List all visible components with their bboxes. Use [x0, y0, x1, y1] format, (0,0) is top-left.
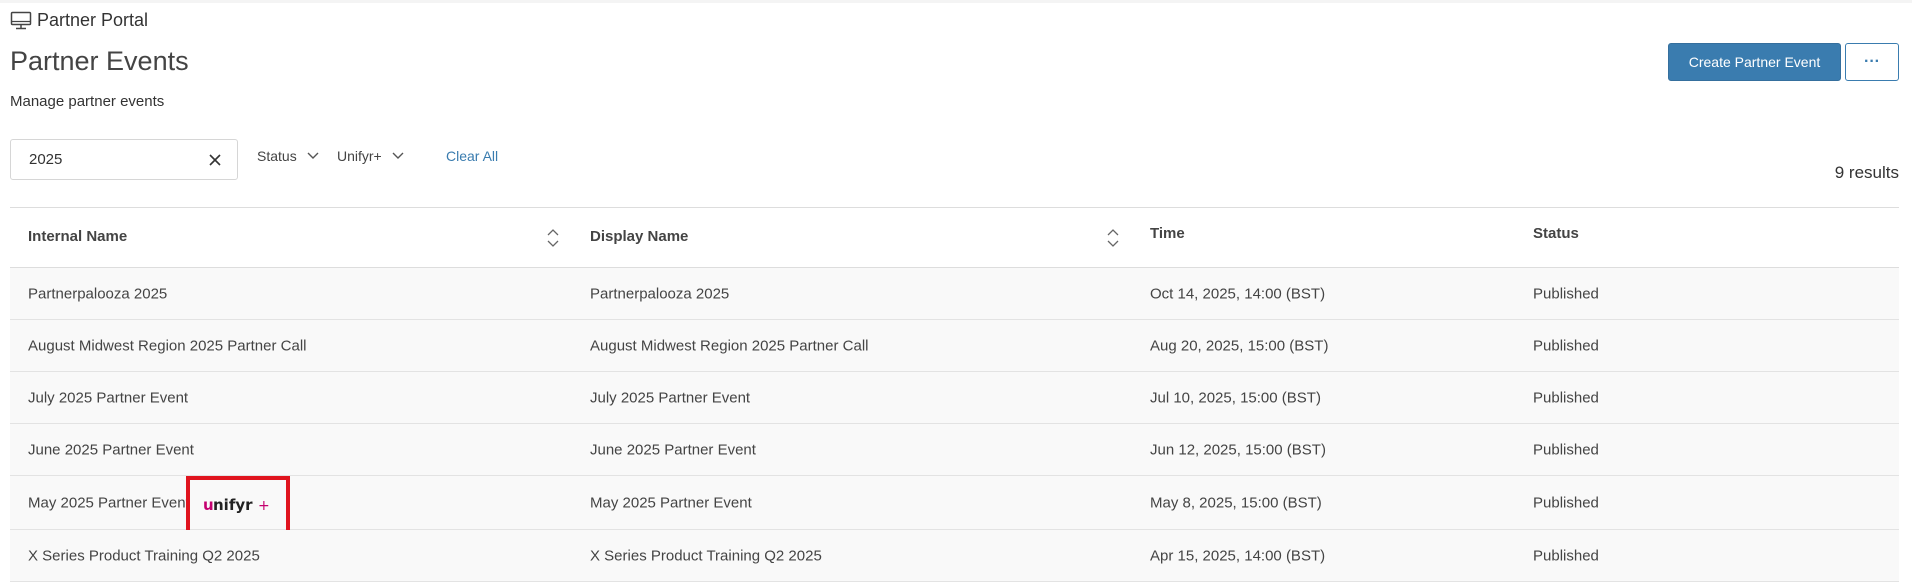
- display-name-cell: Partnerpalooza 2025: [590, 285, 730, 302]
- display-name-cell: August Midwest Region 2025 Partner Call: [590, 337, 869, 354]
- display-name-cell: May 2025 Partner Event: [590, 494, 752, 511]
- unifyr-filter-label: Unifyr+: [337, 148, 382, 164]
- events-table: Internal Name Display Name Time Status P…: [10, 207, 1899, 582]
- column-header-status: Status: [1533, 225, 1579, 242]
- internal-name-cell[interactable]: July 2025 Partner Event: [28, 389, 188, 406]
- status-cell: Published: [1533, 285, 1599, 302]
- internal-name-cell[interactable]: August Midwest Region 2025 Partner Call: [28, 337, 306, 354]
- sort-icon[interactable]: [1106, 228, 1120, 248]
- search-field[interactable]: [10, 139, 238, 180]
- top-border: [0, 0, 1912, 3]
- create-partner-event-button[interactable]: Create Partner Event: [1668, 43, 1841, 81]
- close-icon[interactable]: [207, 152, 223, 168]
- internal-name-cell[interactable]: X Series Product Training Q2 2025: [28, 547, 260, 564]
- table-row[interactable]: May 2025 Partner Event u nifyr + May 202…: [10, 476, 1899, 534]
- more-actions-button[interactable]: ···: [1845, 43, 1899, 81]
- column-header-time: Time: [1150, 225, 1185, 242]
- time-cell: Apr 15, 2025, 14:00 (BST): [1150, 547, 1326, 564]
- status-filter-dropdown[interactable]: Status: [257, 148, 320, 164]
- svg-text:nifyr: nifyr: [213, 496, 253, 514]
- search-input[interactable]: [29, 151, 209, 168]
- internal-name-cell[interactable]: May 2025 Partner Event: [28, 494, 190, 511]
- clear-all-link[interactable]: Clear All: [446, 148, 498, 164]
- unifyr-filter-dropdown[interactable]: Unifyr+: [337, 148, 405, 164]
- column-header-internal-name[interactable]: Internal Name: [28, 228, 127, 245]
- breadcrumb[interactable]: Partner Portal: [10, 10, 148, 31]
- table-row[interactable]: June 2025 Partner Event June 2025 Partne…: [10, 424, 1899, 476]
- unifyr-plus-logo: u nifyr +: [186, 476, 290, 534]
- sort-icon[interactable]: [546, 228, 560, 248]
- time-cell: May 8, 2025, 15:00 (BST): [1150, 494, 1322, 511]
- status-cell: Published: [1533, 337, 1599, 354]
- internal-name-cell[interactable]: Partnerpalooza 2025: [28, 285, 167, 302]
- display-name-cell: X Series Product Training Q2 2025: [590, 547, 822, 564]
- status-cell: Published: [1533, 389, 1599, 406]
- time-cell: Jul 10, 2025, 15:00 (BST): [1150, 389, 1321, 406]
- column-header-display-name[interactable]: Display Name: [590, 228, 688, 245]
- status-cell: Published: [1533, 547, 1599, 564]
- internal-name-cell[interactable]: June 2025 Partner Event: [28, 441, 194, 458]
- svg-text:+: +: [258, 498, 270, 514]
- time-cell: Jun 12, 2025, 15:00 (BST): [1150, 441, 1326, 458]
- table-header: Internal Name Display Name Time Status: [10, 208, 1899, 268]
- time-cell: Aug 20, 2025, 15:00 (BST): [1150, 337, 1329, 354]
- display-name-cell: July 2025 Partner Event: [590, 389, 751, 406]
- breadcrumb-label[interactable]: Partner Portal: [37, 10, 148, 31]
- status-filter-label: Status: [257, 148, 297, 164]
- status-cell: Published: [1533, 441, 1599, 458]
- page-title: Partner Events: [10, 46, 189, 76]
- chevron-down-icon: [392, 152, 404, 159]
- table-row[interactable]: August Midwest Region 2025 Partner Call …: [10, 320, 1899, 372]
- status-cell: Published: [1533, 494, 1599, 511]
- chevron-down-icon: [307, 152, 319, 159]
- page-subtitle: Manage partner events: [10, 93, 165, 110]
- table-row[interactable]: July 2025 Partner Event July 2025 Partne…: [10, 372, 1899, 424]
- monitor-icon: [10, 11, 32, 29]
- results-count: 9 results: [1834, 163, 1899, 182]
- time-cell: Oct 14, 2025, 14:00 (BST): [1150, 285, 1326, 302]
- table-row[interactable]: X Series Product Training Q2 2025 X Seri…: [10, 530, 1899, 582]
- unifyr-plus-icon: u nifyr +: [203, 496, 270, 514]
- table-row[interactable]: Partnerpalooza 2025 Partnerpalooza 2025 …: [10, 268, 1899, 320]
- display-name-cell: June 2025 Partner Event: [590, 441, 756, 458]
